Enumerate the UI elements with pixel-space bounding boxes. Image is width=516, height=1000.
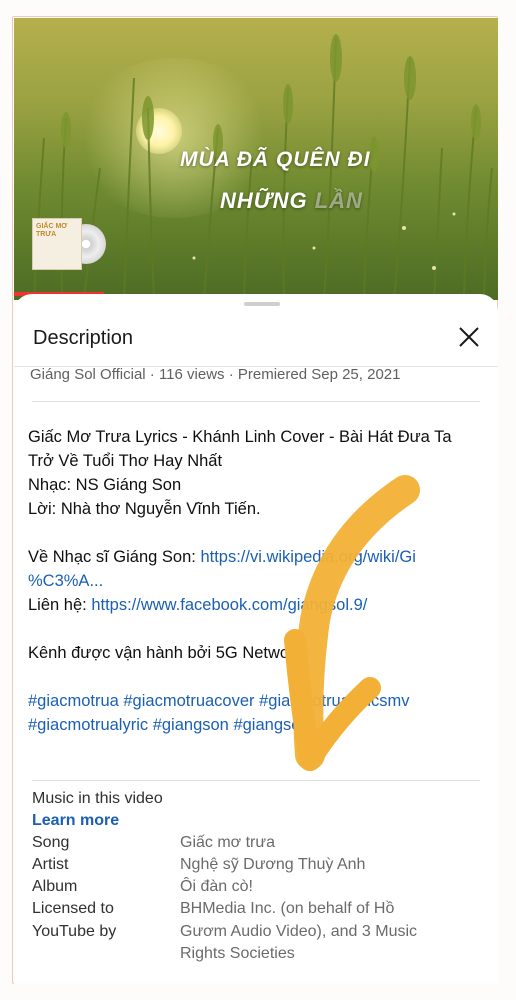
music-value-album: Ôi đàn cò!	[180, 878, 253, 895]
divider	[32, 401, 480, 402]
video-title-line1: mùa đã quên đi	[180, 148, 371, 171]
music-label-youtube: YouTube by	[32, 923, 117, 940]
wikipedia-link-cont[interactable]: %C3%A...	[28, 572, 103, 590]
close-icon[interactable]	[456, 324, 482, 350]
sheet-title: Description	[33, 327, 134, 349]
hashtags-line2[interactable]: #giacmotrualyric #giangson #giangsol	[28, 713, 488, 737]
desc-line: Nhạc: NS Giáng Son	[28, 476, 182, 494]
music-label-licensed: Licensed to	[32, 900, 114, 917]
music-value-artist: Nghệ sỹ Dương Thuỳ Anh	[180, 856, 366, 873]
contact-label: Liên hệ:	[28, 596, 92, 614]
music-value-licensed: BHMedia Inc. (on behalf of Hồ	[180, 900, 395, 917]
video-player[interactable]: mùa đã quên đi những lần GIẤC MƠ TRƯA	[14, 18, 498, 300]
desc-line: Giấc Mơ Trưa Lyrics - Khánh Linh Cover -…	[28, 428, 452, 446]
music-value-youtube: Gươm Audio Video), and 3 Music	[180, 923, 418, 940]
video-meta: Giáng Sol Official · 116 views · Premier…	[30, 366, 401, 383]
about-line: Về Nhạc sĩ Giáng Son: https://vi.wikiped…	[28, 545, 488, 569]
hashtags-line1[interactable]: #giacmotrua #giacmotruacover #giacmotrua…	[28, 689, 488, 713]
divider	[32, 780, 480, 781]
desc-line: Trở Về Tuổi Thơ Hay Nhất	[28, 452, 223, 470]
learn-more-link[interactable]: Learn more	[32, 812, 119, 830]
music-label-song: Song	[32, 834, 70, 851]
desc-line: Lời: Nhà thơ Nguyễn Vĩnh Tiến.	[28, 500, 261, 518]
video-title-faded-word: lần	[314, 188, 363, 213]
music-label-album: Album	[32, 878, 78, 895]
music-heading: Music in this video	[32, 790, 163, 807]
description-sheet: Description Giáng Sol Official · 116 vie…	[14, 294, 498, 984]
music-value-song: Giấc mơ trưa	[180, 834, 275, 851]
album-cover: GIẤC MƠ TRƯA	[32, 218, 82, 270]
facebook-link[interactable]: https://www.facebook.com/giangsol.9/	[91, 596, 367, 614]
video-title-line2: những lần	[220, 188, 363, 214]
contact-line: Liên hệ: https://www.facebook.com/giangs…	[28, 593, 488, 617]
about-label: Về Nhạc sĩ Giáng Son:	[28, 548, 201, 566]
video-title-word: những	[220, 188, 308, 213]
operated-by: Kênh được vận hành bởi 5G Network	[28, 644, 303, 662]
wikipedia-link[interactable]: https://vi.wikipedia.org/wiki/Gi	[200, 548, 416, 566]
music-value-societies: Rights Societies	[180, 945, 295, 962]
drag-handle[interactable]	[244, 302, 280, 306]
description-body: Giấc Mơ Trưa Lyrics - Khánh Linh Cover -…	[28, 425, 488, 737]
album-thumbnail: GIẤC MƠ TRƯA	[32, 218, 110, 270]
music-label-artist: Artist	[32, 856, 69, 873]
